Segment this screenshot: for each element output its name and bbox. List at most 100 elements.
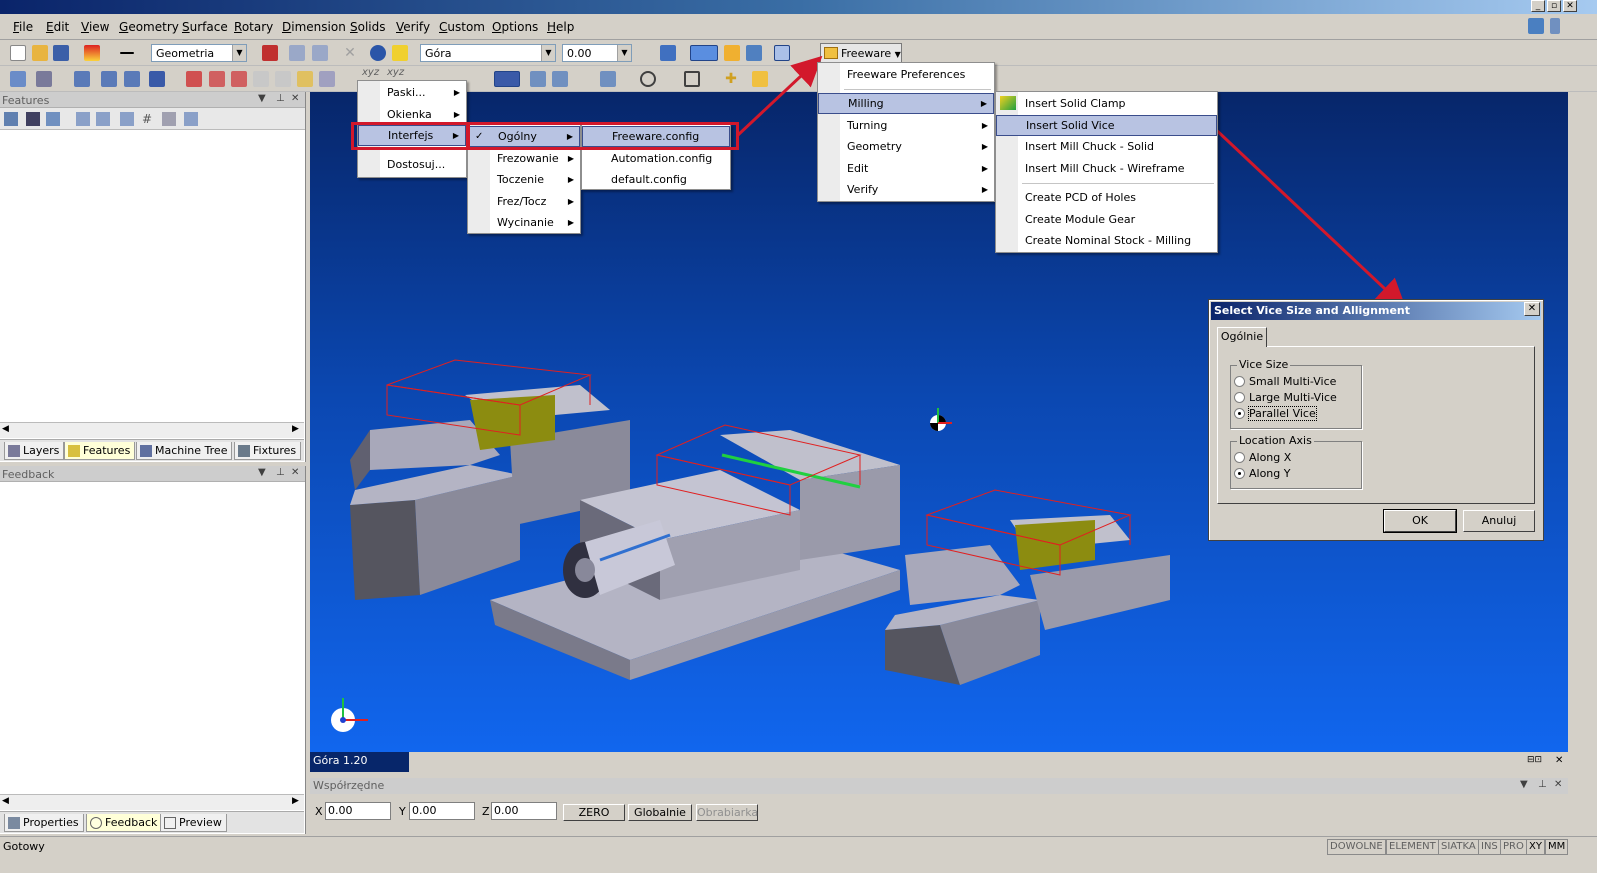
menu-item-edit[interactable]: Edit ▶ [818,158,994,179]
panel-close-icon[interactable]: ✕ [291,467,299,478]
line-style-icon[interactable] [120,52,134,54]
radio-large-multi-vice[interactable]: Large Multi-Vice [1234,391,1337,404]
zero-button[interactable]: ZERO [563,804,625,821]
tab-properties[interactable]: Properties [4,814,84,832]
mirror-icon[interactable] [530,71,546,87]
loft-icon[interactable] [253,71,269,87]
revolve-icon[interactable] [275,71,291,87]
menu-item-dostosuj[interactable]: Dostosuj... [358,154,466,175]
cancel-button[interactable]: Anuluj [1463,510,1535,532]
menu-item-toczenie[interactable]: Toczenie ▶ [468,169,580,190]
radio-small-multi-vice[interactable]: Small Multi-Vice [1234,375,1336,388]
menu-dimension[interactable]: Dimension [282,20,346,34]
menu-verify[interactable]: Verify [396,20,430,34]
feedback-hscrollbar[interactable]: ◀ ▶ [0,794,304,810]
edit-icon[interactable] [1528,18,1544,34]
menu-item-frez-tocz[interactable]: Frez/Tocz ▶ [468,191,580,212]
drafting-icon[interactable] [319,71,335,87]
tab-preview[interactable]: Preview [160,814,227,832]
menu-item-verify[interactable]: Verify ▶ [818,179,994,200]
menu-edit[interactable]: Edit [46,20,69,34]
zoom-icon[interactable] [660,45,676,61]
radio-along-x[interactable]: Along X [1234,451,1291,464]
layer-combo[interactable]: Geometria ▼ [151,44,247,62]
process-icon[interactable] [76,112,90,126]
rectangle-icon[interactable] [684,71,700,87]
point-icon[interactable] [10,71,26,87]
rotate-icon[interactable] [600,71,616,87]
refresh-icon[interactable] [184,112,198,126]
panel-close-icon[interactable]: ✕ [291,93,299,104]
pin-icon[interactable] [1550,18,1560,34]
tab-layers[interactable]: Layers [4,442,65,460]
circle-icon[interactable] [640,71,656,87]
machine-button[interactable]: Obrabiarka [696,804,758,821]
save-icon[interactable] [53,45,69,61]
menu-item-frezowanie[interactable]: Frezowanie ▶ [468,148,580,169]
panel-menu-icon[interactable]: ▼ [258,467,266,478]
menu-solids[interactable]: Solids [350,20,386,34]
menu-item-create-nominal-stock[interactable]: Create Nominal Stock - Milling [996,230,1217,251]
translate-icon[interactable] [552,71,568,87]
menu-rotary[interactable]: Rotary [234,20,273,34]
viewport-close-icon[interactable]: ✕ [1555,755,1563,766]
menu-item-create-module-gear[interactable]: Create Module Gear [996,209,1217,230]
tile-icon[interactable]: ⊟⊡ [1527,755,1542,765]
eraser-icon[interactable] [262,45,278,61]
menu-item-insert-mill-chuck-wireframe[interactable]: Insert Mill Chuck - Wireframe [996,158,1217,179]
view-cube-icon[interactable] [690,45,718,61]
menu-item-insert-solid-clamp[interactable]: Insert Solid Clamp [996,93,1217,114]
ruled-icon[interactable] [231,71,247,87]
menu-item-paski[interactable]: Paski... ▶ [358,82,466,103]
panel-pin-icon[interactable]: ⊥ [276,467,285,478]
menu-item-create-pcd-of-holes[interactable]: Create PCD of Holes [996,187,1217,208]
help-cursor-icon[interactable] [392,45,408,61]
feature-tool-icon[interactable] [4,112,18,126]
ok-button[interactable]: OK [1383,509,1457,533]
undo-icon[interactable] [289,45,305,61]
tab-ogolnie[interactable]: Ogólnie [1217,327,1267,347]
menu-view[interactable]: View [81,20,109,34]
arc-icon[interactable] [74,71,90,87]
panel-pin-icon[interactable]: ⊥ [276,93,285,104]
x-coord-field[interactable]: 0.00 [325,802,391,820]
stock-icon[interactable] [46,112,60,126]
features-hscrollbar[interactable]: ◀ ▶ [0,422,304,438]
selection-icon[interactable] [494,71,520,87]
hole-icon[interactable] [120,112,134,126]
trim-icon[interactable] [124,71,140,87]
panel-pin-icon[interactable]: ⊥ [1538,779,1547,790]
new-file-icon[interactable] [10,45,26,61]
open-folder-icon[interactable] [32,45,48,61]
menu-item-wycinanie[interactable]: Wycinanie ▶ [468,212,580,233]
color-icon[interactable] [84,45,100,61]
menu-item-insert-solid-vice[interactable]: Insert Solid Vice [996,115,1217,136]
menu-help[interactable]: Help [547,20,574,34]
view-combo[interactable]: Góra ▼ [420,44,556,62]
tool-icon[interactable] [26,112,40,126]
surface-icon[interactable] [209,71,225,87]
sweep-icon[interactable] [297,71,313,87]
close-window-button[interactable]: ✕ [1563,0,1577,12]
delete-icon[interactable]: ✕ [342,45,358,61]
dialog-close-button[interactable]: ✕ [1524,302,1540,316]
redo-icon[interactable] [312,45,328,61]
menu-file[interactable]: File [13,20,33,34]
global-button[interactable]: Globalnie [628,804,692,821]
menu-item-freeware-preferences[interactable]: Freeware Preferences [818,64,994,85]
restore-button[interactable]: ▫ [1547,0,1561,12]
depth-combo[interactable]: 0.00 ▼ [562,44,632,62]
tab-machine-tree[interactable]: Machine Tree [136,442,233,460]
menu-item-milling[interactable]: Milling ▶ [818,93,994,114]
hash-icon[interactable]: # [142,112,156,126]
menu-surface[interactable]: Surface [182,20,228,34]
menu-item-insert-mill-chuck-solid[interactable]: Insert Mill Chuck - Solid [996,136,1217,157]
menu-item-default-config[interactable]: default.config [582,169,730,190]
line-icon[interactable] [36,71,52,87]
menu-geometry[interactable]: Geometry [119,20,179,34]
menu-custom[interactable]: Custom [439,20,485,34]
operation-icon[interactable] [96,112,110,126]
cut-icon[interactable] [186,71,202,87]
menu-item-turning[interactable]: Turning ▶ [818,115,994,136]
panel-menu-icon[interactable]: ▼ [258,93,266,104]
